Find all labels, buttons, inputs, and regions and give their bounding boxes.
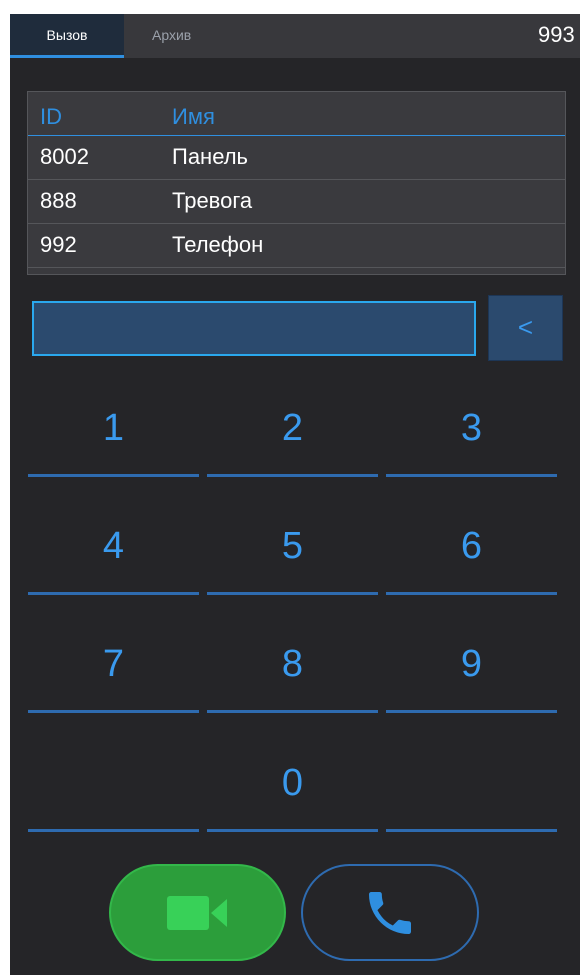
dial-number-input[interactable] <box>32 301 476 356</box>
key-5[interactable]: 5 <box>207 497 378 595</box>
table-row[interactable]: 8002 Панель <box>28 136 565 180</box>
tab-archive[interactable]: Архив <box>124 14 224 58</box>
key-0[interactable]: 0 <box>207 734 378 832</box>
key-4[interactable]: 4 <box>28 497 199 595</box>
key-8[interactable]: 8 <box>207 615 378 713</box>
column-header-name: Имя <box>172 104 215 129</box>
key-7[interactable]: 7 <box>28 615 199 713</box>
column-header-id: ID <box>40 104 62 129</box>
cell-name: Панель <box>172 144 249 169</box>
tab-bar: Вызов Архив 993 <box>10 14 580 58</box>
key-blank-left <box>28 734 199 832</box>
cell-id: 8002 <box>40 144 89 169</box>
key-3[interactable]: 3 <box>386 379 557 477</box>
key-9[interactable]: 9 <box>386 615 557 713</box>
table-row[interactable]: 992 Телефон <box>28 224 565 268</box>
cell-name: Тревога <box>172 188 253 213</box>
key-1[interactable]: 1 <box>28 379 199 477</box>
table-header: ID Имя <box>28 92 565 136</box>
extension-number: 993 <box>538 22 575 47</box>
key-6[interactable]: 6 <box>386 497 557 595</box>
contacts-table: ID Имя 8002 Панель 888 Тревога 992 Телеф… <box>27 91 566 275</box>
cell-id: 888 <box>40 188 77 213</box>
cell-name: Телефон <box>172 232 264 257</box>
video-call-button[interactable] <box>109 864 286 961</box>
backspace-button[interactable]: < <box>488 295 563 361</box>
key-2[interactable]: 2 <box>207 379 378 477</box>
dialer-panel: Вызов Архив 993 ID Имя 8002 Панель 888 Т… <box>10 14 580 975</box>
tab-call[interactable]: Вызов <box>10 14 124 58</box>
key-blank-right <box>386 734 557 832</box>
cell-id: 992 <box>40 232 77 257</box>
video-camera-icon <box>166 895 227 930</box>
phone-handset-icon <box>369 891 411 934</box>
table-row[interactable]: 888 Тревога <box>28 180 565 224</box>
audio-call-button[interactable] <box>301 864 479 961</box>
